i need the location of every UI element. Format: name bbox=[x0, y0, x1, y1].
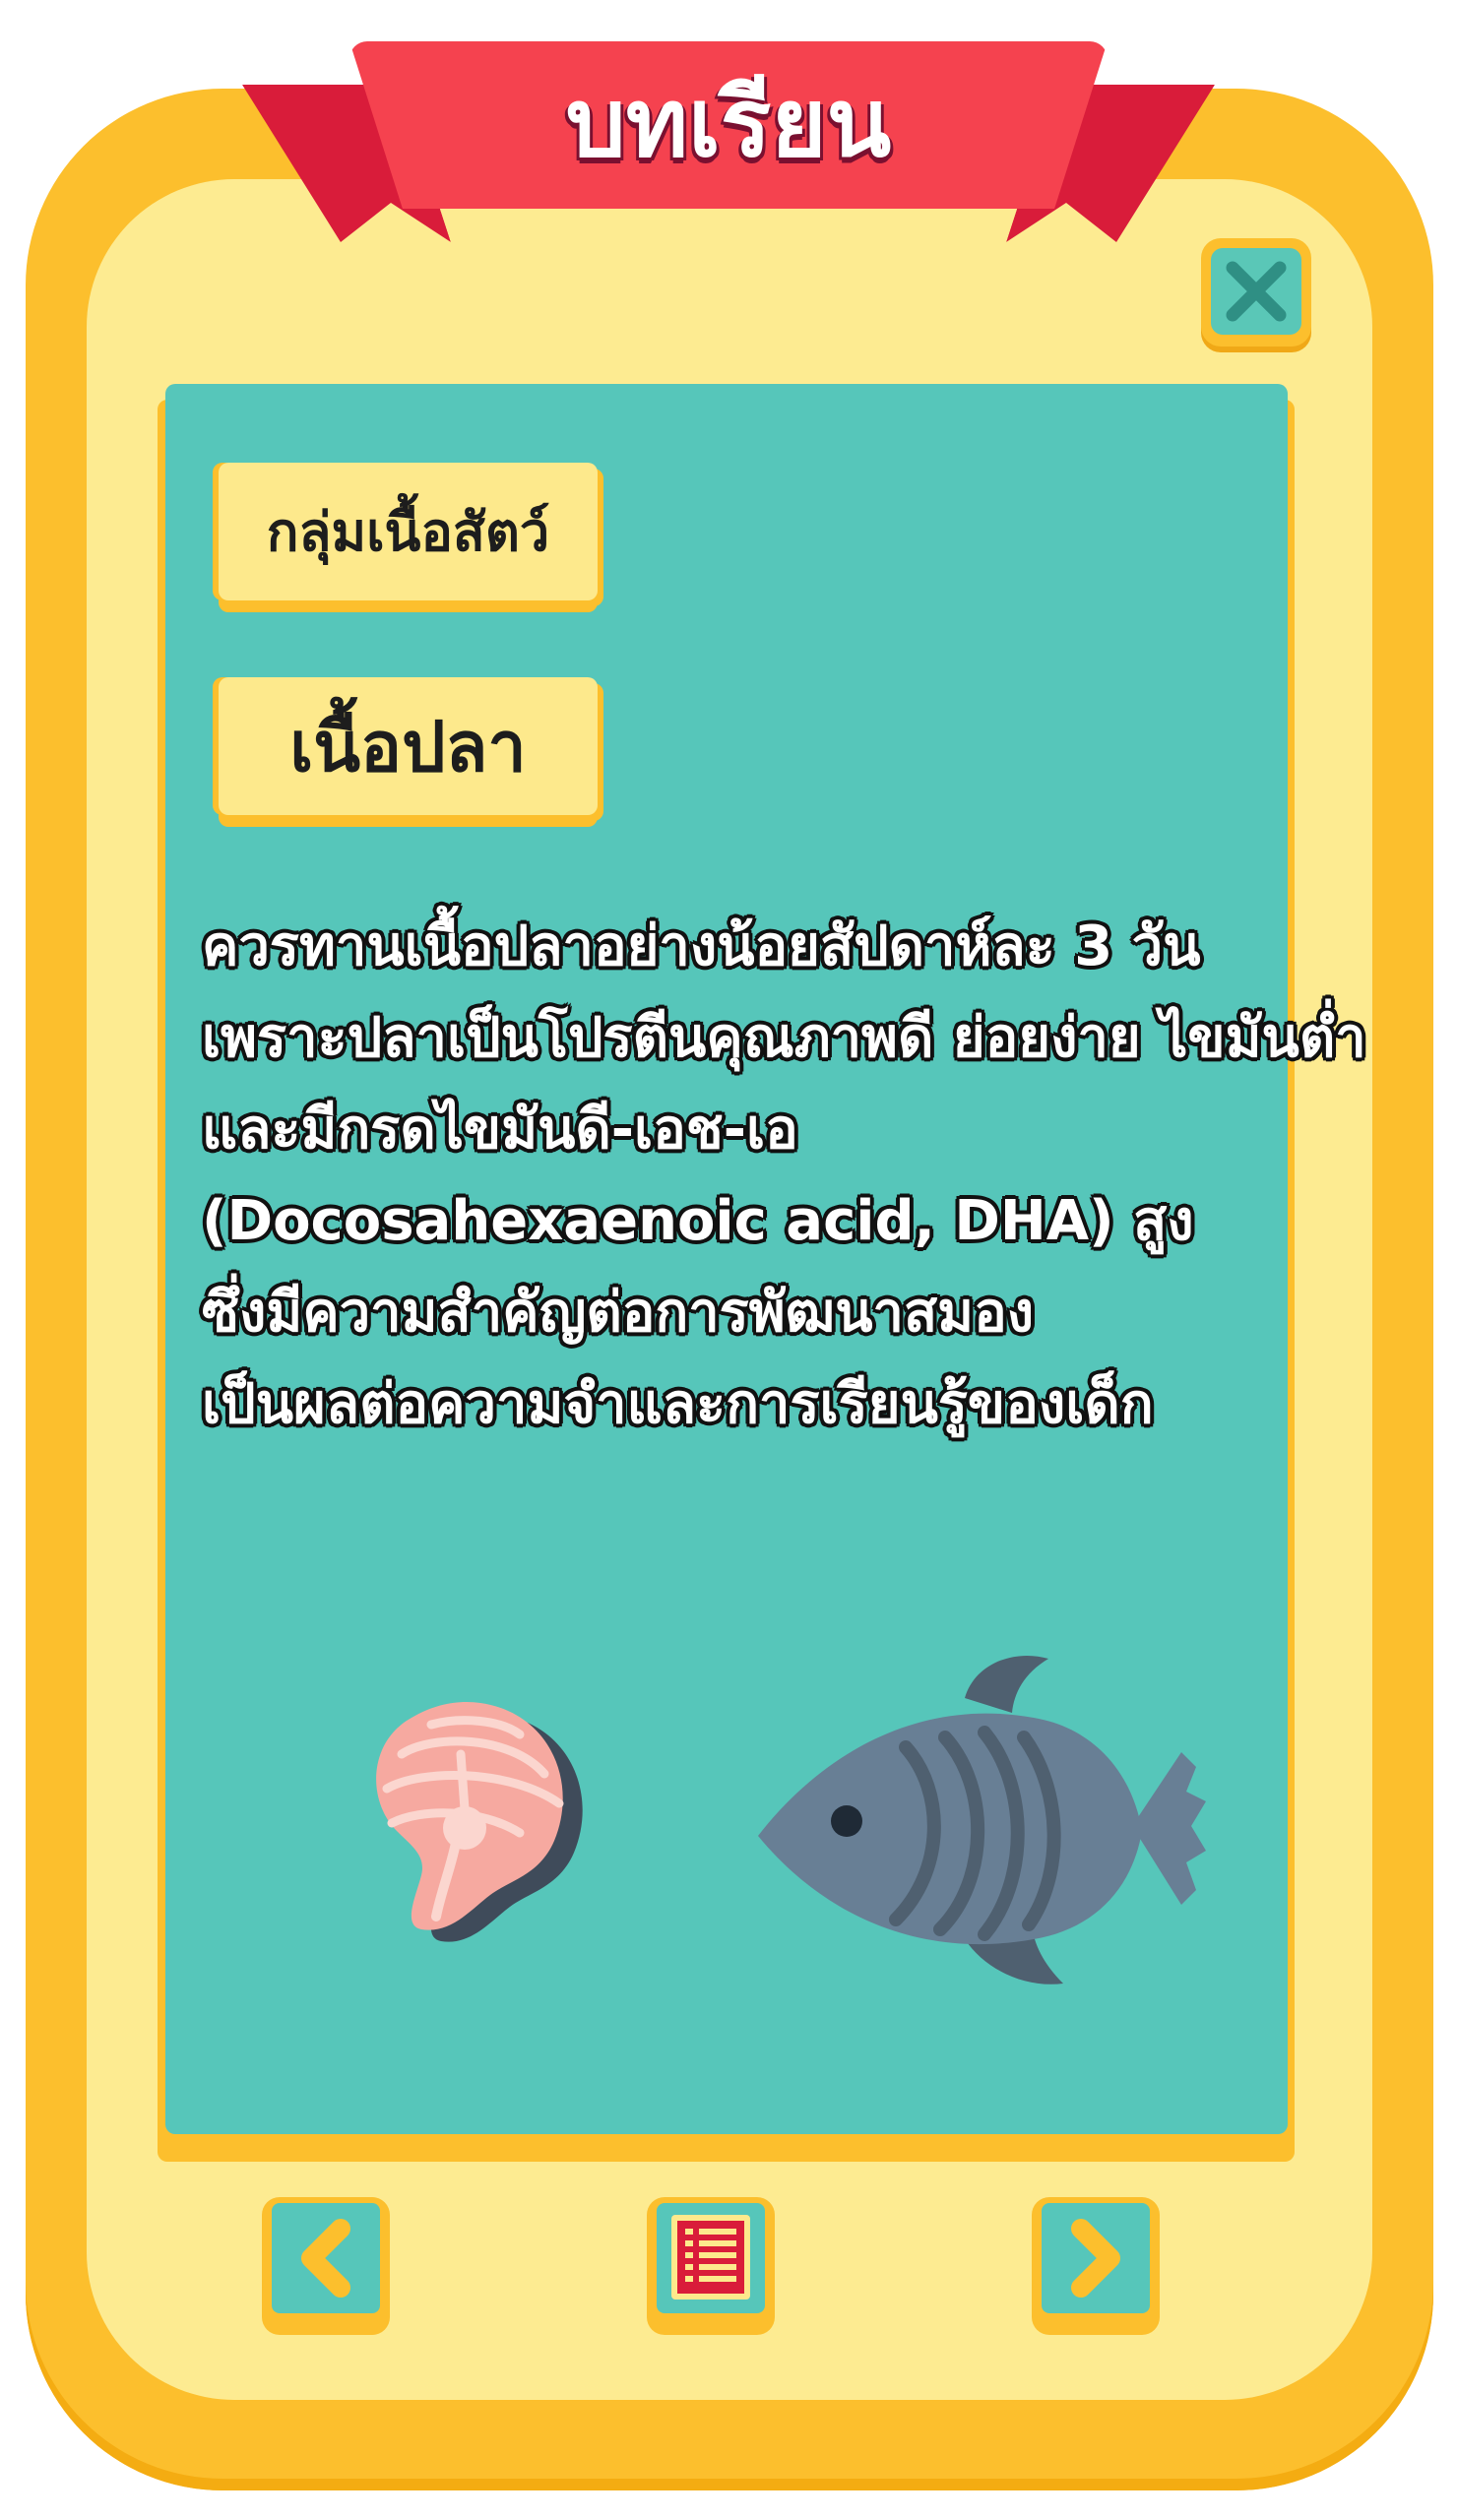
close-button[interactable] bbox=[1201, 238, 1311, 346]
description-line: และมีกรดไขมันดี-เอช-เอ bbox=[202, 1098, 798, 1162]
description-line: เป็นผลต่อความจำและการเรียนรู้ของเด็ก bbox=[202, 1372, 1154, 1436]
description-line: ควรทานเนื้อปลาอย่างน้อยสัปดาห์ละ 3 วัน bbox=[202, 914, 1201, 978]
salmon-steak-icon bbox=[376, 1701, 583, 1942]
chevron-left-icon bbox=[301, 2219, 350, 2298]
close-icon bbox=[1226, 261, 1287, 322]
category-label: กลุ่มเนื้อสัตว์ bbox=[219, 463, 598, 600]
previous-button[interactable] bbox=[262, 2197, 390, 2335]
next-button[interactable] bbox=[1032, 2197, 1160, 2335]
description-line: เพราะปลาเป็นโปรตีนคุณภาพดี ย่อยง่าย ไขมั… bbox=[202, 1006, 1366, 1070]
chevron-right-icon bbox=[1071, 2219, 1120, 2298]
description-line: ซึ่งมีความสำคัญต่อการพัฒนาสมอง bbox=[202, 1281, 1035, 1345]
menu-button[interactable] bbox=[647, 2197, 775, 2335]
fish-icon bbox=[758, 1655, 1206, 1984]
description-line: (Docosahexaenoic acid, DHA) สูง bbox=[202, 1189, 1194, 1253]
list-icon bbox=[671, 2215, 750, 2300]
food-name-label: เนื้อปลา bbox=[219, 677, 598, 815]
page-title: บทเรียน bbox=[565, 68, 892, 178]
lesson-description: ควรทานเนื้อปลาอย่างน้อยสัปดาห์ละ 3 วัน เ… bbox=[202, 901, 1366, 1450]
